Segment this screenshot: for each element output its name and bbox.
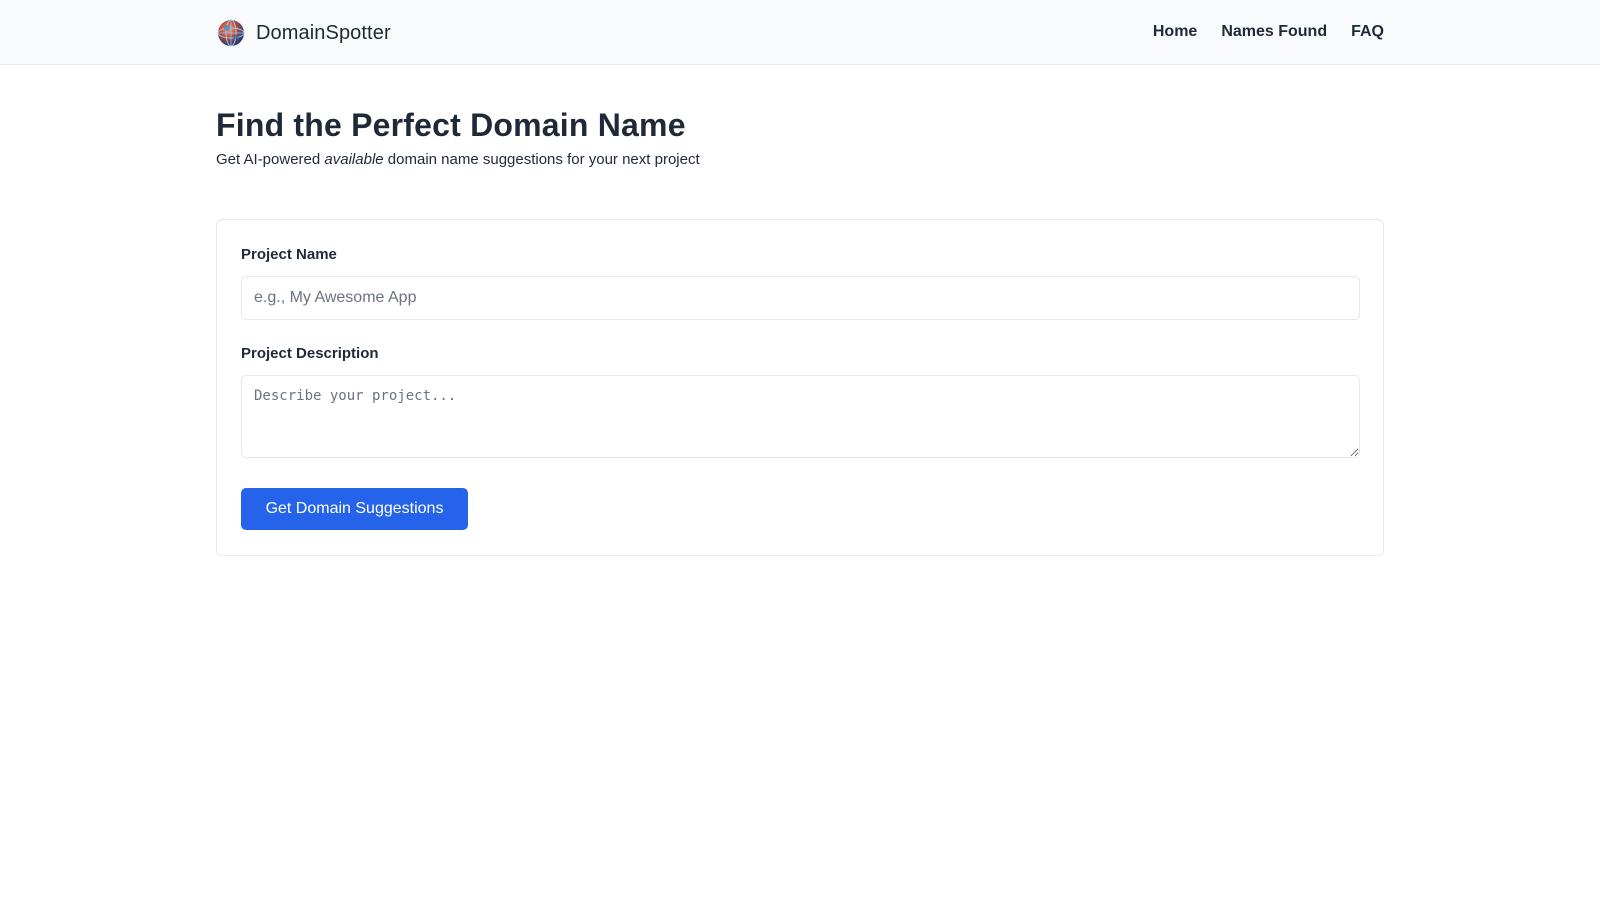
get-domain-suggestions-button[interactable]: Get Domain Suggestions [241,488,468,530]
project-description-label: Project Description [241,345,379,362]
nav-names-found-link[interactable]: Names Found [1221,20,1327,44]
brand-link[interactable]: DomainSpotter [216,18,391,48]
top-navbar: DomainSpotter Home Names Found FAQ [0,0,1600,65]
subtitle-text-start: Get AI-powered [216,151,325,168]
main-content: Find the Perfect Domain Name Get AI-powe… [216,65,1384,556]
page-title: Find the Perfect Domain Name [216,107,686,143]
subtitle-emphasis: available [324,151,384,168]
project-name-label: Project Name [241,246,337,263]
subtitle-text-end: domain name suggestions for your next pr… [383,151,700,168]
nav-home-link[interactable]: Home [1153,20,1197,44]
brand-name: DomainSpotter [256,21,391,44]
globe-icon [217,19,245,47]
nav-faq-link[interactable]: FAQ [1351,20,1384,44]
project-description-group: Project Description [241,343,1360,458]
main-nav: Home Names Found FAQ [1153,20,1384,44]
domain-search-form: Project Name Project Description Get Dom… [216,219,1384,556]
page-subtitle: Get AI-powered available domain name sug… [216,149,1384,171]
project-name-input[interactable] [241,276,1360,320]
project-description-textarea[interactable] [241,375,1360,458]
